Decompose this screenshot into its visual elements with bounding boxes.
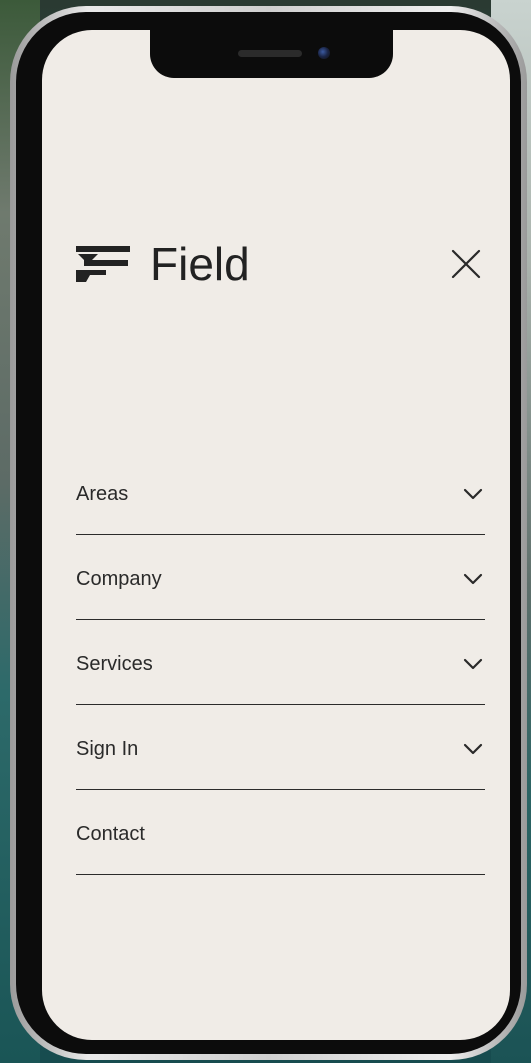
speaker-grille xyxy=(238,50,302,57)
menu-item-label: Contact xyxy=(76,823,145,845)
menu-item-services[interactable]: Services xyxy=(76,620,485,705)
phone-notch xyxy=(150,30,393,78)
menu-item-label: Sign In xyxy=(76,738,139,760)
chevron-down-icon[interactable] xyxy=(463,743,483,755)
chevron-down-icon[interactable] xyxy=(463,488,483,500)
brand-logo[interactable]: Field xyxy=(76,234,250,294)
chevron-down-icon[interactable] xyxy=(463,573,483,585)
menu-item-contact[interactable]: Contact xyxy=(76,790,485,875)
field-logo-mark-icon xyxy=(76,246,130,282)
chevron-down-icon[interactable] xyxy=(463,658,483,670)
menu-item-label: Services xyxy=(76,653,153,675)
nav-menu: Areas Company Services Sign In Contact xyxy=(76,450,485,875)
front-camera xyxy=(318,47,330,59)
menu-item-sign-in[interactable]: Sign In xyxy=(76,705,485,790)
phone-screen: Field Areas Company Services Sign In Con… xyxy=(42,30,510,1040)
close-icon[interactable] xyxy=(450,248,482,280)
brand-name: Field xyxy=(150,238,250,290)
menu-item-label: Company xyxy=(76,568,162,590)
menu-item-areas[interactable]: Areas xyxy=(76,450,485,535)
backdrop: Field Areas Company Services Sign In Con… xyxy=(0,0,531,1063)
menu-item-company[interactable]: Company xyxy=(76,535,485,620)
menu-item-label: Areas xyxy=(76,483,129,505)
